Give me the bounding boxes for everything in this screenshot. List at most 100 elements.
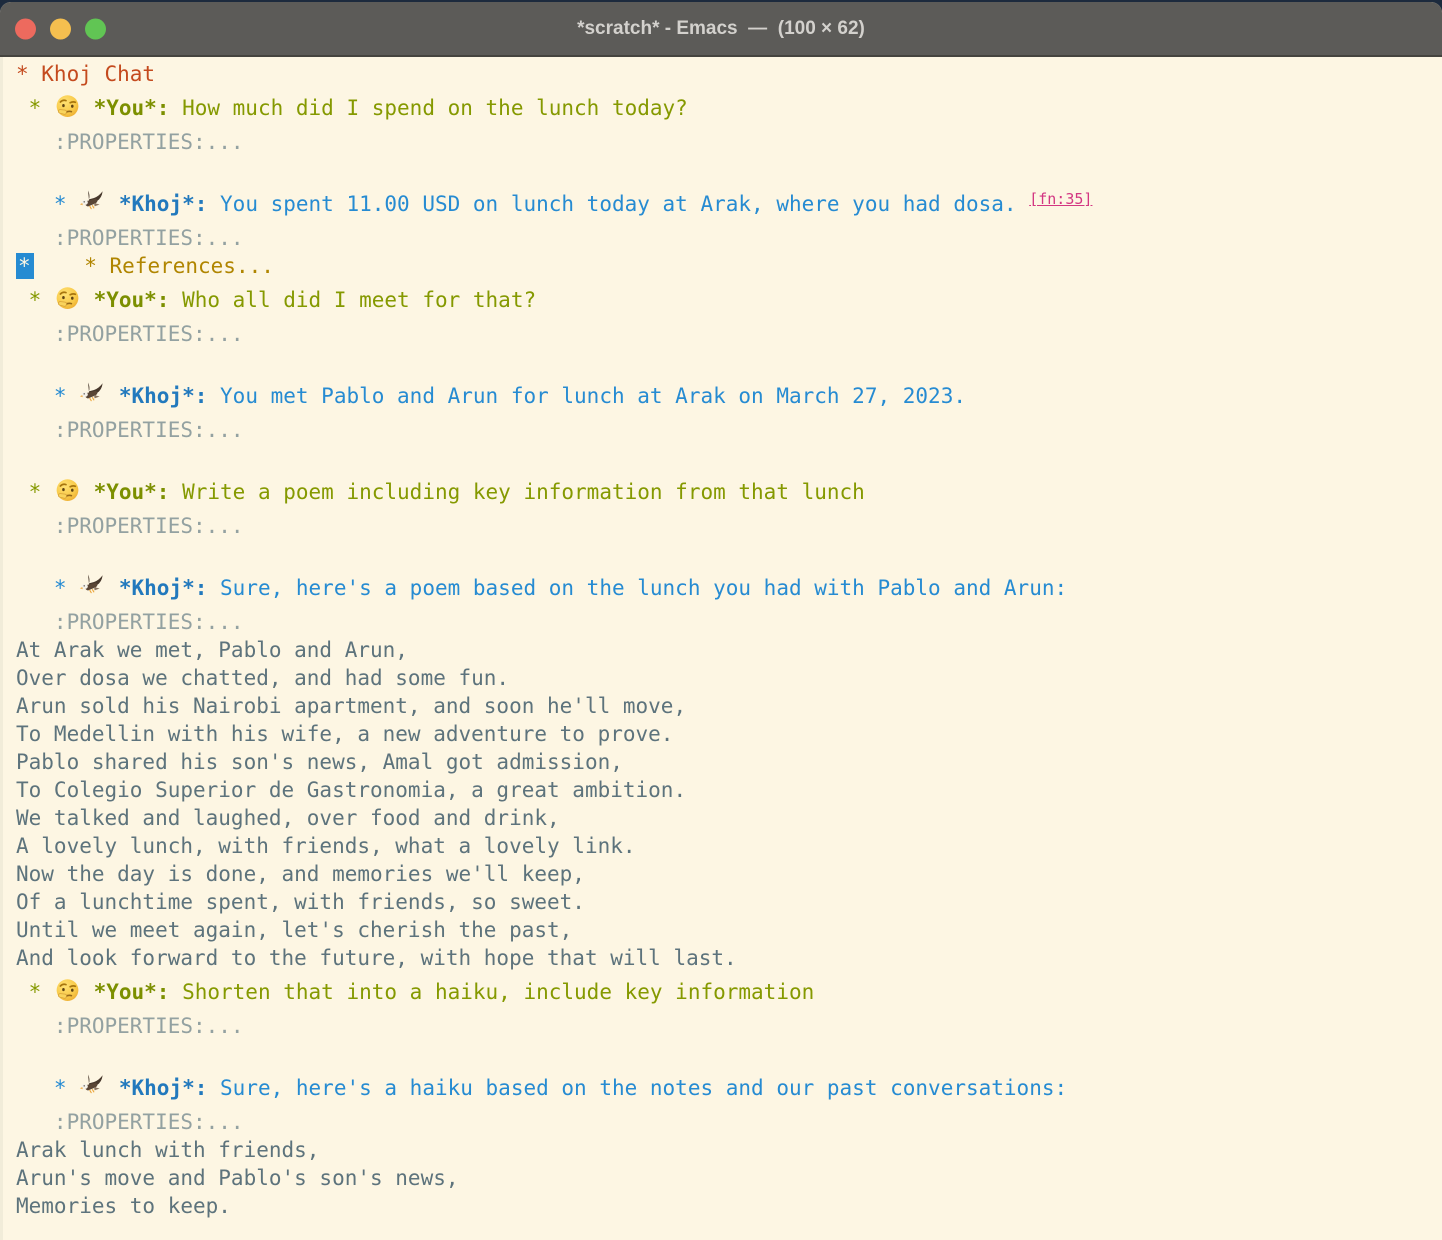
properties-drawer-folded[interactable]: :PROPERTIES:... xyxy=(16,130,244,154)
desktop: { "window": { "title": "*scratch* - Emac… xyxy=(0,0,1442,1240)
body-text: And look forward to the future, with hop… xyxy=(16,946,737,970)
you-message-text: * xyxy=(16,980,54,1004)
you-message-text: * xyxy=(16,96,54,120)
buffer-line: :PROPERTIES:... xyxy=(16,1012,1442,1040)
khoj-message-text xyxy=(106,576,119,600)
khoj-message-text xyxy=(106,384,119,408)
buffer-line: :PROPERTIES:... xyxy=(16,224,1442,252)
buffer-line: * *Khoj*: Sure, here's a haiku based on … xyxy=(16,1068,1442,1108)
editor-buffer[interactable]: * Khoj Chat * *You*: How much did I spen… xyxy=(0,57,1442,1240)
buffer-line: We talked and laughed, over food and dri… xyxy=(16,804,1442,832)
buffer-line: * Khoj Chat xyxy=(16,60,1442,88)
you-speaker-label: *You*: xyxy=(94,980,170,1004)
body-text: Arak lunch with friends, xyxy=(16,1138,319,1162)
buffer-line: Now the day is done, and memories we'll … xyxy=(16,860,1442,888)
buffer-line: A lovely lunch, with friends, what a lov… xyxy=(16,832,1442,860)
body-text: A lovely lunch, with friends, what a lov… xyxy=(16,834,636,858)
buffer-line: * *Khoj*: You spent 11.00 USD on lunch t… xyxy=(16,184,1442,224)
body-text: At Arak we met, Pablo and Arun, xyxy=(16,638,408,662)
khoj-message-text: Sure, here's a poem based on the lunch y… xyxy=(207,576,1067,600)
khoj-message-text: Sure, here's a haiku based on the notes … xyxy=(207,1076,1067,1100)
body-text: We talked and laughed, over food and dri… xyxy=(16,806,560,830)
properties-drawer-folded[interactable]: :PROPERTIES:... xyxy=(16,1110,244,1134)
body-text: Pablo shared his son's news, Amal got ad… xyxy=(16,750,623,774)
buffer-line: :PROPERTIES:... xyxy=(16,416,1442,444)
buffer-line: Arak lunch with friends, xyxy=(16,1136,1442,1164)
buffer-line: :PROPERTIES:... xyxy=(16,320,1442,348)
buffer-line xyxy=(16,348,1442,376)
thinking-emoji xyxy=(54,972,81,1012)
buffer-line: Arun sold his Nairobi apartment, and soo… xyxy=(16,692,1442,720)
buffer-line: Pablo shared his son's news, Amal got ad… xyxy=(16,748,1442,776)
zoom-button[interactable] xyxy=(85,18,106,39)
buffer-line: And look forward to the future, with hop… xyxy=(16,944,1442,972)
you-message-text: Write a poem including key information f… xyxy=(169,480,864,504)
properties-drawer-folded[interactable]: :PROPERTIES:... xyxy=(16,610,244,634)
you-message-text: * xyxy=(16,480,54,504)
thinking-emoji xyxy=(54,88,81,128)
you-message-text xyxy=(81,288,94,312)
emacs-window: *scratch* - Emacs — (100 × 62) * Khoj Ch… xyxy=(0,2,1442,1240)
close-button[interactable] xyxy=(15,18,36,39)
thinking-emoji xyxy=(54,280,81,320)
buffer-line: To Medellin with his wife, a new adventu… xyxy=(16,720,1442,748)
buffer-line: * *You*: How much did I spend on the lun… xyxy=(16,88,1442,128)
window-title: *scratch* - Emacs — (100 × 62) xyxy=(0,18,1442,40)
org-level1-heading: * Khoj Chat xyxy=(16,62,155,86)
you-message-text: How much did I spend on the lunch today? xyxy=(169,96,687,120)
body-text: Arun's move and Pablo's son's news, xyxy=(16,1166,459,1190)
eagle-emoji xyxy=(79,568,106,608)
buffer-line: Of a lunchtime spent, with friends, so s… xyxy=(16,888,1442,916)
buffer-line xyxy=(16,1040,1442,1068)
properties-drawer-folded[interactable]: :PROPERTIES:... xyxy=(16,322,244,346)
buffer-line xyxy=(16,540,1442,568)
properties-drawer-folded[interactable]: :PROPERTIES:... xyxy=(16,1014,244,1038)
you-speaker-label: *You*: xyxy=(94,288,170,312)
you-message-text xyxy=(81,480,94,504)
references-heading-folded[interactable]: * References... xyxy=(84,254,274,278)
khoj-speaker-label: *Khoj*: xyxy=(119,576,208,600)
khoj-message-text xyxy=(106,1076,119,1100)
you-message-text xyxy=(81,980,94,1004)
buffer-line: :PROPERTIES:... xyxy=(16,128,1442,156)
eagle-emoji xyxy=(79,376,106,416)
thinking-emoji xyxy=(54,472,81,512)
buffer-line: * *You*: Shorten that into a haiku, incl… xyxy=(16,972,1442,1012)
buffer-line: :PROPERTIES:... xyxy=(16,608,1442,636)
buffer-line: * *Khoj*: Sure, here's a poem based on t… xyxy=(16,568,1442,608)
properties-drawer-folded[interactable]: :PROPERTIES:... xyxy=(16,514,244,538)
buffer-line: * *You*: Write a poem including key info… xyxy=(16,472,1442,512)
body-text: Now the day is done, and memories we'll … xyxy=(16,862,585,886)
properties-drawer-folded[interactable]: :PROPERTIES:... xyxy=(16,226,244,250)
body-text: Memories to keep. xyxy=(16,1194,231,1218)
text xyxy=(34,254,85,278)
traffic-lights xyxy=(15,18,106,39)
body-text: Arun sold his Nairobi apartment, and soo… xyxy=(16,694,686,718)
buffer-line: Arun's move and Pablo's son's news, xyxy=(16,1164,1442,1192)
body-text: To Medellin with his wife, a new adventu… xyxy=(16,722,673,746)
footnote-link[interactable]: [fn:35] xyxy=(1029,190,1092,208)
buffer-line: * *You*: Who all did I meet for that? xyxy=(16,280,1442,320)
you-message-text: * xyxy=(16,288,54,312)
you-speaker-label: *You*: xyxy=(94,96,170,120)
eagle-emoji xyxy=(79,1068,106,1108)
buffer-line xyxy=(16,444,1442,472)
you-message-text xyxy=(81,96,94,120)
khoj-message-text: You spent 11.00 USD on lunch today at Ar… xyxy=(207,192,1029,216)
khoj-speaker-label: *Khoj*: xyxy=(119,384,208,408)
khoj-message-text: * xyxy=(16,1076,79,1100)
khoj-message-text: * xyxy=(16,384,79,408)
khoj-speaker-label: *Khoj*: xyxy=(119,192,208,216)
body-text: Of a lunchtime spent, with friends, so s… xyxy=(16,890,585,914)
buffer-line: To Colegio Superior de Gastronomia, a gr… xyxy=(16,776,1442,804)
body-text: To Colegio Superior de Gastronomia, a gr… xyxy=(16,778,686,802)
khoj-speaker-label: *Khoj*: xyxy=(119,1076,208,1100)
window-titlebar[interactable]: *scratch* - Emacs — (100 × 62) xyxy=(0,2,1442,57)
body-text: Until we meet again, let's cherish the p… xyxy=(16,918,572,942)
properties-drawer-folded[interactable]: :PROPERTIES:... xyxy=(16,418,244,442)
khoj-message-text xyxy=(106,192,119,216)
buffer-line: Until we meet again, let's cherish the p… xyxy=(16,916,1442,944)
minimize-button[interactable] xyxy=(50,18,71,39)
buffer-line: At Arak we met, Pablo and Arun, xyxy=(16,636,1442,664)
buffer-line xyxy=(16,156,1442,184)
